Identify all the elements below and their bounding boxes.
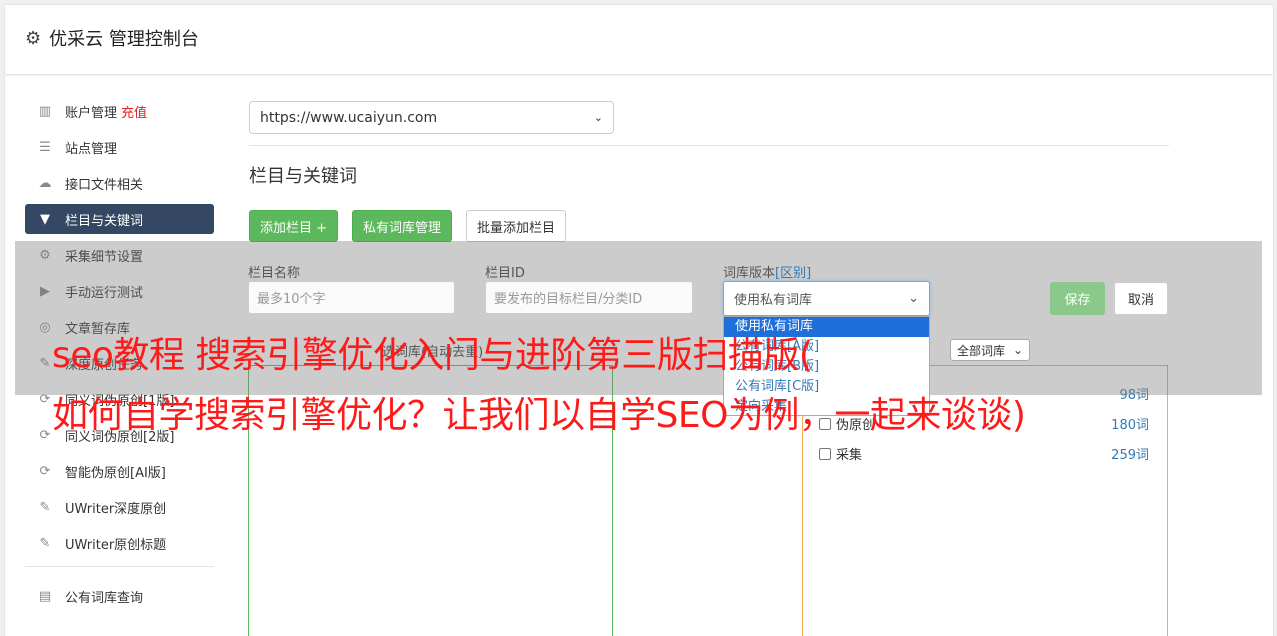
version-select-value: 使用私有词库 xyxy=(734,293,813,308)
column-id-label: 栏目ID xyxy=(485,266,525,281)
chevron-down-icon: ⌄ xyxy=(1012,343,1023,357)
sidebar-item-ai-rewrite[interactable]: ⟳ 智能伪原创[AI版] xyxy=(25,456,214,486)
sidebar-item-label: UWriter原创标题 xyxy=(65,537,167,553)
app-title-text: 优采云 管理控制台 xyxy=(49,29,199,50)
private-lib-button[interactable]: 私有词库管理 xyxy=(352,210,453,242)
section-title: 栏目与关键词 xyxy=(249,166,357,187)
lib-count: 180词 xyxy=(1111,418,1149,433)
edit-icon: ✎ xyxy=(39,535,51,551)
sidebar-item-label: 智能伪原创[AI版] xyxy=(65,465,166,481)
watermark-line-1: seo教程 搜索引擎优化入门与进阶第三版扫描版( xyxy=(52,335,813,376)
server-icon: ☰ xyxy=(39,139,51,155)
sidebar-item-account[interactable]: ▥ 账户管理 充值 xyxy=(25,96,214,126)
gear-icon: ⚙ xyxy=(25,27,42,49)
sidebar-item-uwriter-title[interactable]: ✎ UWriter原创标题 xyxy=(25,528,214,558)
lib-filter-value: 全部词库 xyxy=(957,343,1006,358)
sidebar-item-columns[interactable]: ▼ 栏目与关键词 xyxy=(25,204,214,234)
app-header: ⚙ 优采云 管理控制台 xyxy=(4,4,1274,75)
lib-checkbox[interactable] xyxy=(819,447,831,460)
app-title: ⚙ 优采云 管理控制台 xyxy=(25,25,199,51)
sidebar-item-label: 站点管理 xyxy=(65,141,118,157)
watermark-line-2: 如何自学搜索引擎优化？让我们以自学SEO为例，一起来谈谈) xyxy=(52,395,1026,436)
column-name-label: 栏目名称 xyxy=(248,266,301,281)
sidebar-item-label: 账户管理 xyxy=(65,105,118,121)
sidebar-item-label: 接口文件相关 xyxy=(65,177,144,193)
divider xyxy=(249,145,1169,146)
button-row: 添加栏目 + 私有词库管理 批量添加栏目 xyxy=(249,210,567,242)
recharge-link[interactable]: 充值 xyxy=(121,102,147,121)
chevron-down-icon: ⌄ xyxy=(908,291,919,306)
content: https://www.ucaiyun.com ⌄ 栏目与关键词 添加栏目 + … xyxy=(249,101,1169,242)
save-button[interactable]: 保存 xyxy=(1050,282,1105,315)
add-column-button[interactable]: 添加栏目 + xyxy=(249,210,339,242)
sidebar-item-label: UWriter深度原创 xyxy=(65,501,167,517)
sidebar-item-sites[interactable]: ☰ 站点管理 xyxy=(25,132,214,162)
cloud-upload-icon: ☁ xyxy=(38,175,52,191)
edit-icon: ✎ xyxy=(39,499,51,515)
lib-filter-select[interactable]: 全部词库 ⌄ xyxy=(950,339,1030,361)
book-icon: ▤ xyxy=(38,588,52,604)
lib-label: 采集 xyxy=(836,448,863,463)
refresh-icon: ⟳ xyxy=(39,463,51,479)
column-id-input[interactable]: 要发布的目标栏目/分类ID xyxy=(485,281,693,314)
column-name-input[interactable]: 最多10个字 xyxy=(248,281,455,314)
sidebar-divider xyxy=(25,566,214,567)
version-label: 词库版本[区别] xyxy=(723,262,811,281)
version-label-text: 词库版本 xyxy=(723,266,776,281)
version-diff-link[interactable]: [区别] xyxy=(775,266,811,281)
cancel-button[interactable]: 取消 xyxy=(1114,282,1168,315)
site-select[interactable]: https://www.ucaiyun.com ⌄ xyxy=(249,101,614,134)
bar-chart-icon: ▥ xyxy=(38,103,52,119)
sidebar-item-uwriter-deep[interactable]: ✎ UWriter深度原创 xyxy=(25,492,214,522)
filter-icon: ▼ xyxy=(40,211,50,227)
lib-row[interactable]: 采集 259词 xyxy=(819,444,1149,463)
batch-add-button[interactable]: 批量添加栏目 xyxy=(466,210,567,242)
chevron-down-icon: ⌄ xyxy=(593,111,603,124)
sidebar-item-interface[interactable]: ☁ 接口文件相关 xyxy=(25,168,214,198)
sidebar-item-label: 栏目与关键词 xyxy=(65,213,144,229)
lib-count: 259词 xyxy=(1111,448,1149,463)
sidebar-item-label: 公有词库查询 xyxy=(65,590,144,606)
version-select[interactable]: 使用私有词库 ⌄ xyxy=(723,281,930,316)
site-select-value: https://www.ucaiyun.com xyxy=(260,109,438,126)
sidebar-item-public-lib[interactable]: ▤ 公有词库查询 xyxy=(25,581,214,611)
